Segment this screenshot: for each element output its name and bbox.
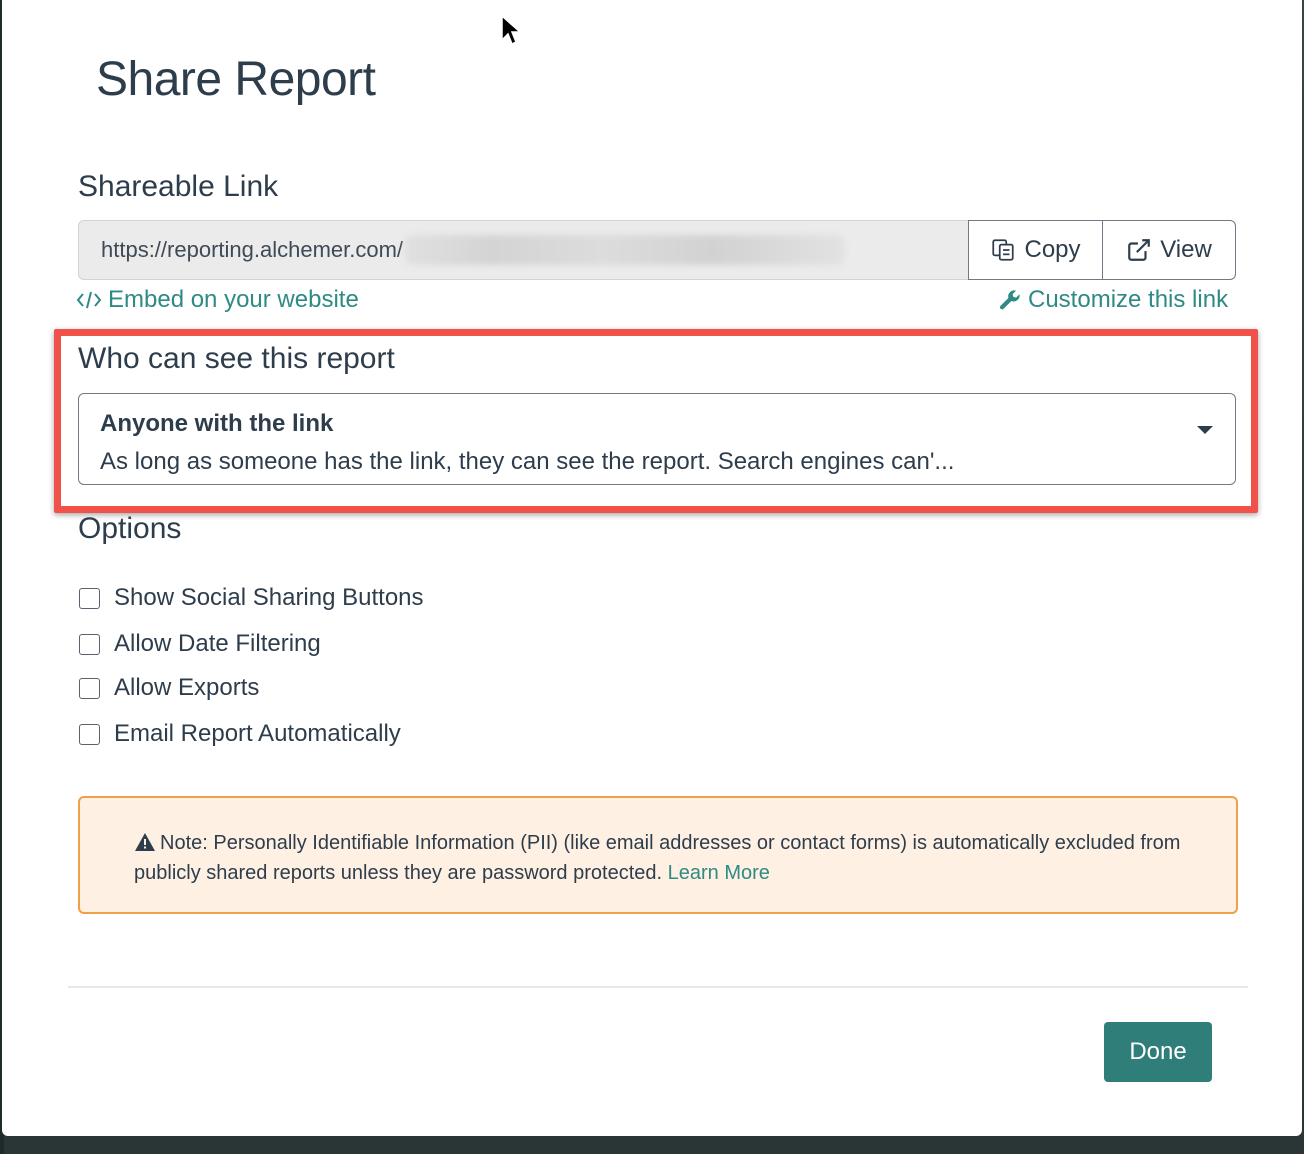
- redacted-link-id: [405, 235, 846, 265]
- highlight-annotation-box: [54, 329, 1258, 513]
- option-exports[interactable]: Allow Exports: [79, 674, 259, 702]
- shareable-link-input[interactable]: https://reporting.alchemer.com/: [78, 220, 968, 280]
- option-date-filtering[interactable]: Allow Date Filtering: [79, 630, 321, 658]
- option-label: Allow Date Filtering: [114, 630, 321, 657]
- pii-note: Note: Personally Identifiable Informatio…: [78, 796, 1238, 914]
- option-label: Show Social Sharing Buttons: [114, 584, 424, 611]
- option-label: Email Report Automatically: [114, 720, 401, 747]
- wrench-icon: [999, 290, 1020, 310]
- external-link-icon: [1128, 239, 1151, 261]
- mouse-cursor-icon: [501, 14, 522, 46]
- share-report-modal: Share Report Shareable Link https://repo…: [2, 0, 1302, 1136]
- copy-button[interactable]: Copy: [968, 220, 1102, 280]
- option-social-sharing[interactable]: Show Social Sharing Buttons: [79, 584, 424, 612]
- copy-button-label: Copy: [1024, 236, 1081, 263]
- social-sharing-checkbox[interactable]: [79, 587, 100, 609]
- view-button[interactable]: View: [1102, 220, 1236, 280]
- view-button-label: View: [1160, 236, 1212, 263]
- email-report-checkbox[interactable]: [79, 723, 100, 745]
- embed-link[interactable]: Embed on your website: [76, 286, 359, 314]
- pii-note-text: Note: Personally Identifiable Informatio…: [134, 832, 1181, 884]
- shareable-link-url: https://reporting.alchemer.com/: [101, 237, 404, 262]
- embed-link-label: Embed on your website: [108, 286, 359, 313]
- shareable-link-label: Shareable Link: [78, 170, 279, 203]
- customize-link[interactable]: Customize this link: [998, 286, 1228, 314]
- option-label: Allow Exports: [114, 674, 260, 701]
- copy-icon: [992, 239, 1015, 261]
- warning-icon: [135, 833, 155, 851]
- shareable-link-group: https://reporting.alchemer.com/ Copy Vie…: [78, 220, 1236, 280]
- footer-divider: [68, 986, 1248, 988]
- done-button[interactable]: Done: [1104, 1022, 1212, 1082]
- code-icon: [76, 291, 102, 309]
- option-email-report[interactable]: Email Report Automatically: [79, 720, 401, 748]
- modal-title: Share Report: [96, 53, 376, 106]
- options-label: Options: [78, 512, 182, 545]
- date-filtering-checkbox[interactable]: [79, 633, 100, 655]
- exports-checkbox[interactable]: [79, 677, 100, 699]
- customize-link-label: Customize this link: [1028, 286, 1229, 313]
- learn-more-link[interactable]: Learn More: [668, 862, 770, 884]
